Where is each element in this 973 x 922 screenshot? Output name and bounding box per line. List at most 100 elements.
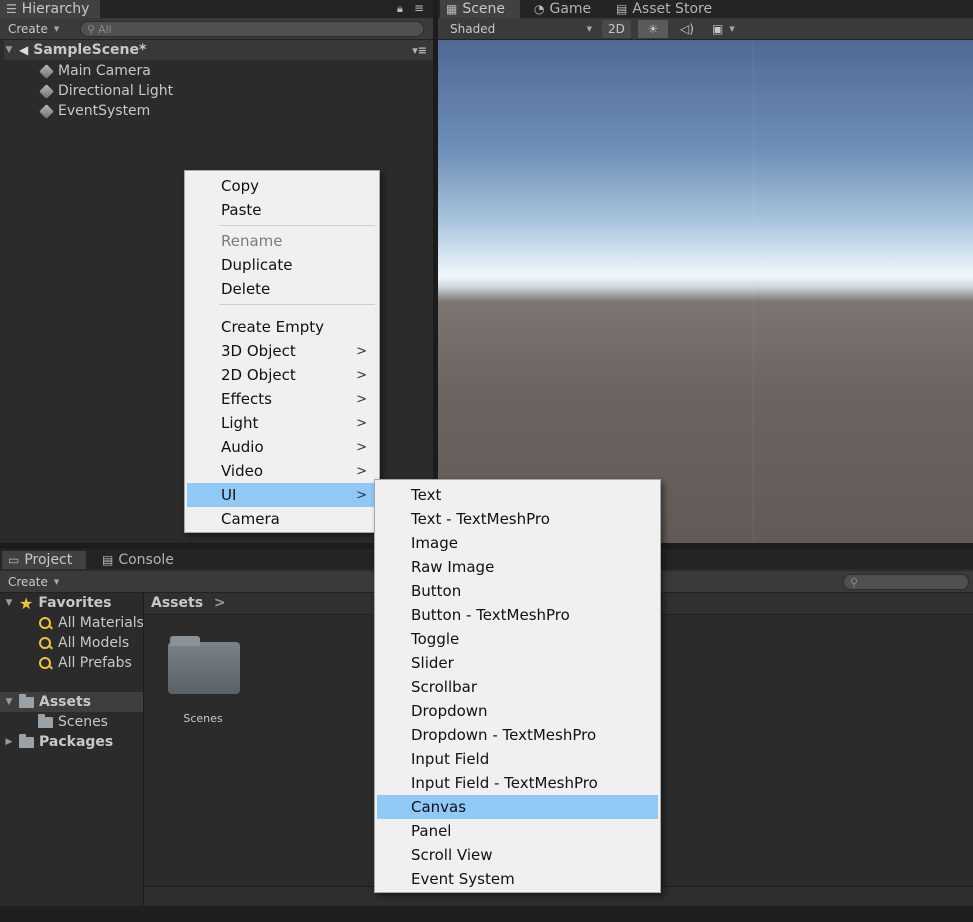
search-icon: ⚲ (87, 22, 96, 36)
submenu-item-input-field-textmeshpro[interactable]: Input Field - TextMeshPro (377, 771, 658, 795)
hierarchy-item-label: EventSystem (58, 103, 151, 119)
tab-project-label: Project (24, 552, 73, 568)
tab-hierarchy[interactable]: ☰ Hierarchy (0, 0, 100, 18)
toggle-2d-button[interactable]: 2D (602, 20, 631, 38)
menu-item-3d-object[interactable]: 3D Object > (187, 339, 377, 363)
create-label: Create (8, 575, 48, 589)
effects-dropdown-button[interactable]: ▣ ▼ (706, 20, 741, 38)
submenu-item-button-textmeshpro[interactable]: Button - TextMeshPro (377, 603, 658, 627)
menu-item-audio[interactable]: Audio > (187, 435, 377, 459)
menu-item-label: Camera (221, 510, 280, 528)
packages-row[interactable]: ▶ Packages (4, 732, 113, 752)
scene-grid-line (753, 40, 754, 543)
submenu-item-label: Event System (411, 870, 515, 888)
submenu-arrow-icon: > (356, 391, 367, 407)
tab-scene[interactable]: ▦ Scene (440, 0, 520, 18)
menu-item-label: Video (221, 462, 264, 480)
hierarchy-item-main-camera[interactable]: Main Camera (39, 61, 151, 81)
scene-viewport[interactable] (438, 40, 973, 543)
hierarchy-item-eventsystem[interactable]: EventSystem (39, 101, 151, 121)
favorite-item[interactable]: All Models (38, 633, 129, 653)
submenu-item-raw-image[interactable]: Raw Image (377, 555, 658, 579)
submenu-item-slider[interactable]: Slider (377, 651, 658, 675)
submenu-item-text-textmeshpro[interactable]: Text - TextMeshPro (377, 507, 658, 531)
project-tree-divider[interactable] (143, 593, 144, 906)
shading-mode-dropdown[interactable]: Shaded ▼ (444, 20, 596, 38)
assets-row[interactable]: ▼ Assets (0, 692, 143, 712)
scene-toolbar: Shaded ▼ 2D ☀ ◁) ▣ ▼ (438, 18, 973, 40)
large-folder-tab (170, 636, 200, 646)
menu-item-copy[interactable]: Copy (187, 174, 377, 198)
menu-item-video[interactable]: Video > (187, 459, 377, 483)
gameobject-cube-icon (39, 83, 54, 99)
project-create-button[interactable]: Create ▼ (2, 573, 65, 591)
search-filter-icon (38, 656, 53, 671)
folder-icon (19, 693, 34, 708)
assets-child-scenes[interactable]: Scenes (38, 712, 108, 732)
favorite-item-label: All Materials (58, 615, 144, 631)
scene-row[interactable]: ▼ ◀ SampleScene* ▾≡ (4, 40, 433, 60)
assets-label: Assets (39, 694, 92, 710)
menu-item-duplicate[interactable]: Duplicate (187, 253, 377, 277)
favorite-item[interactable]: All Prefabs (38, 653, 132, 673)
submenu-item-event-system[interactable]: Event System (377, 867, 658, 891)
panel-menu-icon[interactable]: ≡ (414, 1, 424, 15)
submenu-item-dropdown[interactable]: Dropdown (377, 699, 658, 723)
menu-item-paste[interactable]: Paste (187, 198, 377, 222)
caret-down-icon: ▼ (53, 578, 60, 586)
expand-arrow-icon[interactable]: ▼ (4, 45, 14, 55)
tab-console[interactable]: ▤ Console (96, 551, 186, 569)
favorite-item[interactable]: All Materials (38, 613, 144, 633)
scene-menu-icon[interactable]: ▾≡ (412, 44, 427, 57)
console-icon: ▤ (102, 553, 114, 567)
favorites-row[interactable]: ▼ ★ Favorites (4, 593, 112, 613)
menu-item-effects[interactable]: Effects > (187, 387, 377, 411)
menu-item-create-empty[interactable]: Create Empty (187, 315, 377, 339)
tab-project[interactable]: ▭ Project (2, 551, 86, 569)
submenu-item-label: Canvas (411, 798, 467, 816)
audio-toggle-button[interactable]: ◁) (674, 20, 700, 38)
tab-game[interactable]: ◔ Game (528, 0, 608, 18)
submenu-item-scroll-view[interactable]: Scroll View (377, 843, 658, 867)
expand-arrow-icon[interactable]: ▼ (4, 598, 14, 608)
folder-tab-icon: ▭ (8, 553, 20, 567)
hierarchy-search-input[interactable]: ⚲ All (80, 21, 424, 37)
hierarchy-item-directional-light[interactable]: Directional Light (39, 81, 173, 101)
menu-item-delete[interactable]: Delete (187, 277, 377, 301)
menu-item-light[interactable]: Light > (187, 411, 377, 435)
menu-item-camera[interactable]: Camera (187, 507, 377, 531)
tab-asset-store[interactable]: ▤ Asset Store (610, 0, 730, 18)
submenu-item-input-field[interactable]: Input Field (377, 747, 658, 771)
submenu-item-dropdown-textmeshpro[interactable]: Dropdown - TextMeshPro (377, 723, 658, 747)
submenu-arrow-icon: > (356, 463, 367, 479)
collapse-arrow-icon[interactable]: ▶ (4, 737, 14, 747)
image-icon: ▣ (712, 22, 724, 36)
project-search-input[interactable]: ⚲ (843, 574, 969, 590)
submenu-item-label: Text - TextMeshPro (411, 510, 550, 528)
submenu-item-label: Dropdown (411, 702, 488, 720)
breadcrumb-assets[interactable]: Assets (151, 595, 203, 611)
folder-tile-label: Scenes (183, 712, 223, 725)
folder-tile-scenes[interactable]: Scenes (168, 636, 240, 734)
submenu-item-toggle[interactable]: Toggle (377, 627, 658, 651)
lighting-toggle-button[interactable]: ☀ (638, 20, 668, 38)
menu-item-2d-object[interactable]: 2D Object > (187, 363, 377, 387)
breadcrumb[interactable]: Assets > (151, 595, 226, 611)
submenu-item-button[interactable]: Button (377, 579, 658, 603)
submenu-item-panel[interactable]: Panel (377, 819, 658, 843)
submenu-item-text[interactable]: Text (377, 483, 658, 507)
submenu-item-image[interactable]: Image (377, 531, 658, 555)
submenu-item-canvas[interactable]: Canvas (377, 795, 658, 819)
packages-label: Packages (39, 734, 114, 750)
menu-item-ui[interactable]: UI > (187, 483, 377, 507)
menu-item-label: Delete (221, 280, 271, 298)
expand-arrow-icon[interactable]: ▼ (4, 697, 14, 707)
submenu-item-scrollbar[interactable]: Scrollbar (377, 675, 658, 699)
favorite-item-label: All Prefabs (58, 655, 132, 671)
caret-down-icon: ▼ (586, 25, 592, 33)
menu-separator (219, 304, 375, 305)
hierarchy-create-button[interactable]: Create ▼ (2, 20, 65, 38)
toggle-2d-label: 2D (608, 22, 625, 36)
gameobject-cube-icon (39, 63, 54, 79)
lock-icon[interactable]: 🔒︎ (397, 2, 403, 16)
